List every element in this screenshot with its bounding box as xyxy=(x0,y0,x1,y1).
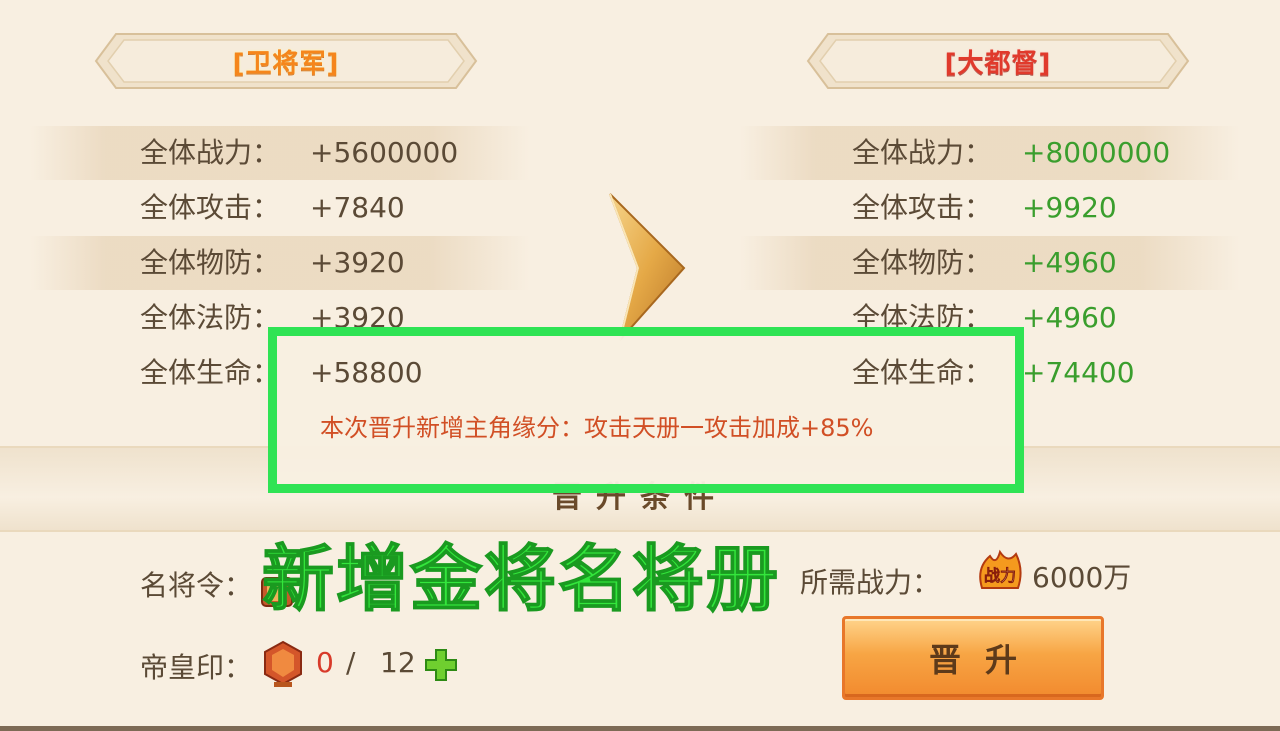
overlay-caption: 新增金将名将册 xyxy=(261,536,781,622)
stat-label-hp: 全体生命： xyxy=(852,356,993,389)
arrow-right-icon xyxy=(609,193,686,341)
stat-label-power: 全体战力： xyxy=(852,136,993,169)
seal-need-count: 12 xyxy=(380,646,416,679)
stat-label-phys-def: 全体物防： xyxy=(140,246,281,279)
stat-label-hp: 全体生命： xyxy=(140,356,281,389)
promote-button[interactable]: 晋升 xyxy=(842,616,1104,700)
current-attack-value: +7840 xyxy=(310,191,405,224)
current-power-value: +5600000 xyxy=(310,136,459,169)
stat-label-power: 全体战力： xyxy=(140,136,281,169)
next-rank-plaque: [大都督] xyxy=(806,30,1190,92)
current-rank-plaque: [卫将军] xyxy=(94,30,478,92)
seal-have-count: 0 xyxy=(316,646,334,679)
stat-label-magic-def: 全体法防： xyxy=(140,301,281,334)
stat-label-attack: 全体攻击： xyxy=(140,191,281,224)
bottom-edge xyxy=(0,726,1280,731)
power-icon: 战力 xyxy=(974,548,1026,594)
next-attack-value: +9920 xyxy=(1022,191,1117,224)
current-rank-title: [卫将军] xyxy=(232,48,340,79)
power-required-value: 6000万 xyxy=(1032,561,1132,594)
stat-label-attack: 全体攻击： xyxy=(852,191,993,224)
next-power-value: +8000000 xyxy=(1022,136,1171,169)
seal-icon xyxy=(264,640,302,687)
fate-bonus-text: 本次晋升新增主角缘分：攻击天册一攻击加成+85% xyxy=(320,414,874,442)
next-magic-def-value: +4960 xyxy=(1022,301,1117,334)
plus-icon[interactable] xyxy=(424,648,458,682)
next-hp-value: +74400 xyxy=(1022,356,1135,389)
next-phys-def-value: +4960 xyxy=(1022,246,1117,279)
token-label: 名将令： xyxy=(140,569,253,602)
stat-label-phys-def: 全体物防： xyxy=(852,246,993,279)
power-icon-text: 战力 xyxy=(983,566,1017,586)
current-phys-def-value: +3920 xyxy=(310,246,405,279)
current-hp-value: +58800 xyxy=(310,356,423,389)
seal-label: 帝皇印： xyxy=(140,651,253,684)
next-rank-title: [大都督] xyxy=(944,48,1052,79)
seal-separator: / xyxy=(346,646,356,679)
power-label: 所需战力： xyxy=(800,566,941,599)
